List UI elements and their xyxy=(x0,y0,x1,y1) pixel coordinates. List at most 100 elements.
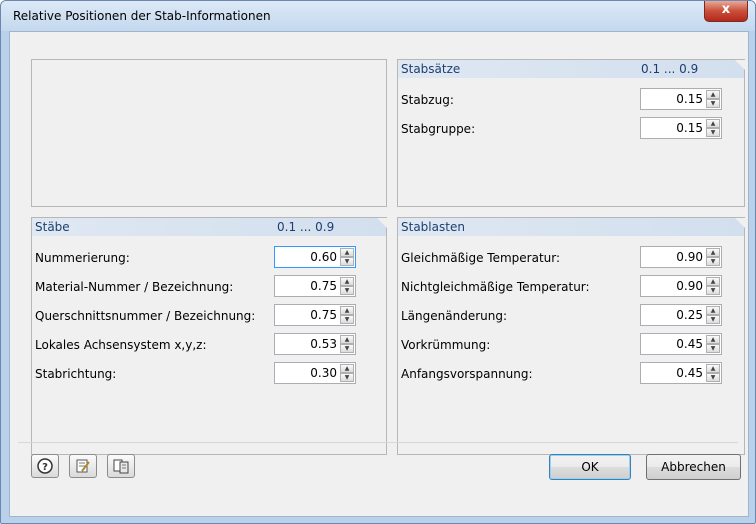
spin-down-icon[interactable]: ▼ xyxy=(706,257,720,266)
spin-down-icon[interactable]: ▼ xyxy=(706,128,720,137)
ok-button[interactable]: OK xyxy=(549,454,631,480)
querschnittsnummer-label: Querschnittsnummer / Bezeichnung: xyxy=(35,309,256,323)
spin-up-icon[interactable]: ▲ xyxy=(706,364,720,373)
stabgruppe-label: Stabgruppe: xyxy=(401,122,476,136)
querschnittsnummer-value[interactable]: 0.75 xyxy=(277,308,337,322)
stabzug-label: Stabzug: xyxy=(401,93,454,107)
spin-down-icon[interactable]: ▼ xyxy=(340,373,354,382)
staebe-range-label: 0.1 ... 0.9 xyxy=(277,220,335,234)
spin-down-icon[interactable]: ▼ xyxy=(706,286,720,295)
achsensystem-value[interactable]: 0.53 xyxy=(277,337,337,351)
gleichmaessige-temperatur-label: Gleichmäßige Temperatur: xyxy=(401,251,561,265)
nichtgleichmaessige-temperatur-value[interactable]: 0.90 xyxy=(643,279,703,293)
querschnittsnummer-stepper[interactable]: 0.75 ▲ ▼ xyxy=(274,304,356,326)
staebe-header: Stäbe 0.1 ... 0.9 xyxy=(32,218,387,236)
stabzug-value[interactable]: 0.15 xyxy=(643,92,703,106)
nummerierung-stepper[interactable]: 0.60 ▲ ▼ xyxy=(274,246,356,268)
nichtgleichmaessige-temperatur-label: Nichtgleichmäßige Temperatur: xyxy=(401,280,590,294)
stabzug-stepper[interactable]: 0.15 ▲ ▼ xyxy=(640,88,722,110)
staebe-row: Querschnittsnummer / Bezeichnung: 0.75 ▲… xyxy=(32,304,386,326)
stabgruppe-spin-buttons: ▲ ▼ xyxy=(706,119,720,137)
stabrichtung-spin-buttons: ▲ ▼ xyxy=(340,364,354,382)
gleichmaessige-temperatur-stepper[interactable]: 0.90 ▲ ▼ xyxy=(640,246,722,268)
staebe-row: Material-Nummer / Bezeichnung: 0.75 ▲ ▼ xyxy=(32,275,386,297)
spin-down-icon[interactable]: ▼ xyxy=(706,344,720,353)
material-nummer-value[interactable]: 0.75 xyxy=(277,279,337,293)
preview-area xyxy=(31,59,387,207)
stabsaetze-group: Stabsätze 0.1 ... 0.9 Stabzug: 0.15 ▲ ▼ … xyxy=(397,59,745,207)
spin-up-icon[interactable]: ▲ xyxy=(706,119,720,128)
anfangsvorspannung-value[interactable]: 0.45 xyxy=(643,366,703,380)
querschnittsnummer-spin-buttons: ▲ ▼ xyxy=(340,306,354,324)
stablasten-row: Gleichmäßige Temperatur: 0.90 ▲ ▼ xyxy=(398,246,744,268)
cancel-button[interactable]: Abbrechen xyxy=(646,454,741,480)
stabrichtung-value[interactable]: 0.30 xyxy=(277,366,337,380)
stabrichtung-stepper[interactable]: 0.30 ▲ ▼ xyxy=(274,362,356,384)
vorkruemmung-stepper[interactable]: 0.45 ▲ ▼ xyxy=(640,333,722,355)
spin-up-icon[interactable]: ▲ xyxy=(706,306,720,315)
spin-down-icon[interactable]: ▼ xyxy=(340,257,354,266)
staebe-header-label: Stäbe xyxy=(35,220,70,234)
nummerierung-spin-buttons: ▲ ▼ xyxy=(340,248,354,266)
spin-down-icon[interactable]: ▼ xyxy=(706,315,720,324)
staebe-row: Nummerierung: 0.60 ▲ ▼ xyxy=(32,246,386,268)
material-nummer-stepper[interactable]: 0.75 ▲ ▼ xyxy=(274,275,356,297)
staebe-row: Stabrichtung: 0.30 ▲ ▼ xyxy=(32,362,386,384)
close-button[interactable]: x xyxy=(704,1,748,22)
title-bar: Relative Positionen der Stab-Information… xyxy=(1,1,755,31)
spin-up-icon[interactable]: ▲ xyxy=(706,90,720,99)
copy-button[interactable] xyxy=(107,454,135,478)
anfangsvorspannung-spin-buttons: ▲ ▼ xyxy=(706,364,720,382)
spin-down-icon[interactable]: ▼ xyxy=(340,286,354,295)
stabgruppe-stepper[interactable]: 0.15 ▲ ▼ xyxy=(640,117,722,139)
stablasten-row: Längenänderung: 0.25 ▲ ▼ xyxy=(398,304,744,326)
edit-button[interactable] xyxy=(69,454,97,478)
spin-up-icon[interactable]: ▲ xyxy=(706,248,720,257)
stablasten-header-label: Stablasten xyxy=(401,220,465,234)
staebe-row: Lokales Achsensystem x,y,z: 0.53 ▲ ▼ xyxy=(32,333,386,355)
spin-up-icon[interactable]: ▲ xyxy=(340,335,354,344)
footer-separator xyxy=(18,442,738,443)
dialog-window: Relative Positionen der Stab-Information… xyxy=(0,0,756,524)
copy-icon xyxy=(113,459,129,474)
nummerierung-label: Nummerierung: xyxy=(35,251,130,265)
vorkruemmung-value[interactable]: 0.45 xyxy=(643,337,703,351)
spin-up-icon[interactable]: ▲ xyxy=(706,277,720,286)
spin-up-icon[interactable]: ▲ xyxy=(340,248,354,257)
material-nummer-label: Material-Nummer / Bezeichnung: xyxy=(35,280,234,294)
stabsaetze-range-label: 0.1 ... 0.9 xyxy=(641,62,699,76)
spin-down-icon[interactable]: ▼ xyxy=(340,344,354,353)
svg-text:?: ? xyxy=(42,462,48,473)
achsensystem-label: Lokales Achsensystem x,y,z: xyxy=(35,338,207,352)
stablasten-row: Anfangsvorspannung: 0.45 ▲ ▼ xyxy=(398,362,744,384)
stablasten-group: Stablasten Gleichmäßige Temperatur: 0.90… xyxy=(397,217,745,455)
spin-up-icon[interactable]: ▲ xyxy=(340,364,354,373)
staebe-group: Stäbe 0.1 ... 0.9 Nummerierung: 0.60 ▲ ▼… xyxy=(31,217,387,455)
window-title: Relative Positionen der Stab-Information… xyxy=(13,9,271,23)
spin-down-icon[interactable]: ▼ xyxy=(706,99,720,108)
laengenaenderung-value[interactable]: 0.25 xyxy=(643,308,703,322)
stabzug-spin-buttons: ▲ ▼ xyxy=(706,90,720,108)
stablasten-header: Stablasten xyxy=(398,218,745,236)
nummerierung-value[interactable]: 0.60 xyxy=(277,250,337,264)
nichtgleichmaessige-temperatur-stepper[interactable]: 0.90 ▲ ▼ xyxy=(640,275,722,297)
anfangsvorspannung-stepper[interactable]: 0.45 ▲ ▼ xyxy=(640,362,722,384)
spin-up-icon[interactable]: ▲ xyxy=(706,335,720,344)
help-button[interactable]: ? xyxy=(31,454,59,478)
spin-up-icon[interactable]: ▲ xyxy=(340,306,354,315)
help-icon: ? xyxy=(37,458,53,474)
vorkruemmung-label: Vorkrümmung: xyxy=(401,338,491,352)
spin-down-icon[interactable]: ▼ xyxy=(340,315,354,324)
stabsaetze-header-label: Stabsätze xyxy=(401,62,461,76)
laengenaenderung-stepper[interactable]: 0.25 ▲ ▼ xyxy=(640,304,722,326)
stabgruppe-value[interactable]: 0.15 xyxy=(643,121,703,135)
dialog-client-area: Stabsätze 0.1 ... 0.9 Stabzug: 0.15 ▲ ▼ … xyxy=(9,31,749,517)
spin-down-icon[interactable]: ▼ xyxy=(706,373,720,382)
laengenaenderung-spin-buttons: ▲ ▼ xyxy=(706,306,720,324)
gleichmaessige-temperatur-value[interactable]: 0.90 xyxy=(643,250,703,264)
spin-up-icon[interactable]: ▲ xyxy=(340,277,354,286)
achsensystem-stepper[interactable]: 0.53 ▲ ▼ xyxy=(274,333,356,355)
stablasten-row: Nichtgleichmäßige Temperatur: 0.90 ▲ ▼ xyxy=(398,275,744,297)
laengenaenderung-label: Längenänderung: xyxy=(401,309,508,323)
stablasten-row: Vorkrümmung: 0.45 ▲ ▼ xyxy=(398,333,744,355)
